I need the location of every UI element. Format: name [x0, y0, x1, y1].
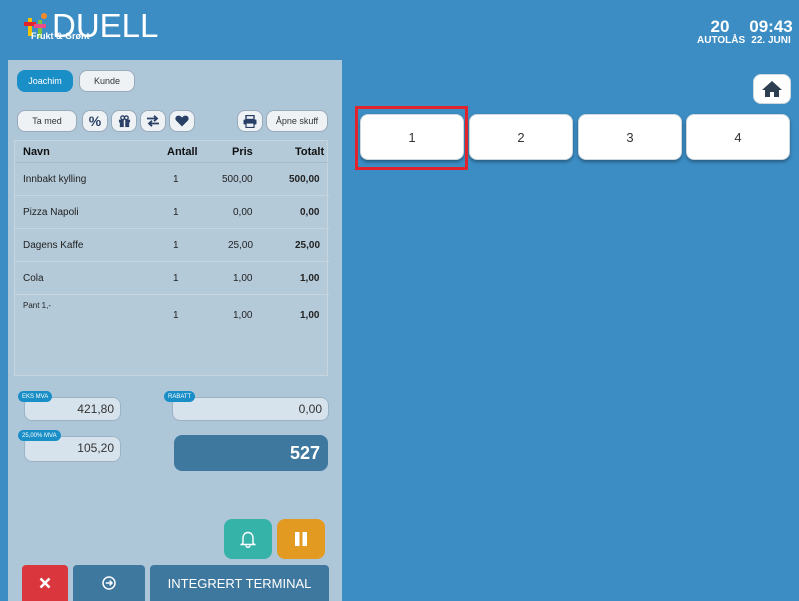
close-icon [39, 577, 51, 589]
home-button[interactable] [753, 74, 791, 104]
ex-vat-label: EKS MVA [18, 391, 53, 402]
clock: 09:43 22. JUNI [748, 18, 794, 46]
selection-highlight [355, 106, 468, 170]
table-row[interactable]: Cola 1 1,00 1,00 [15, 262, 329, 295]
open-drawer-button[interactable]: Åpne skuff [266, 110, 328, 132]
bell-icon [240, 531, 256, 548]
column-header-total: Totalt [295, 145, 325, 158]
vat-label: 25,00% MVA [18, 430, 61, 441]
logo-subtitle: Frukt & Grønt [31, 31, 90, 41]
item-total: 1,00 [300, 272, 320, 284]
print-icon [243, 114, 257, 128]
item-quantity: 1 [173, 173, 179, 185]
column-header-price: Pris [232, 145, 253, 158]
next-button[interactable] [73, 565, 145, 601]
item-price: 25,00 [228, 239, 254, 251]
table-button-4[interactable]: 4 [686, 114, 790, 160]
table-header: Navn Antall Pris Totalt [15, 141, 329, 163]
take-away-button[interactable]: Ta med [17, 110, 77, 132]
next-icon [102, 576, 116, 590]
integrated-terminal-button[interactable]: INTEGRERT TERMINAL [150, 565, 329, 601]
discount-field[interactable]: 0,00 [172, 397, 329, 421]
autolock-label: AUTOLÅS [697, 35, 746, 46]
percent-icon: % [88, 113, 102, 129]
item-quantity: 1 [173, 272, 179, 284]
gift-button[interactable] [111, 110, 137, 132]
item-price: 0,00 [233, 206, 253, 218]
table-row[interactable]: Pant 1,- 1 1,00 1,00 [15, 295, 329, 335]
home-icon [762, 81, 782, 97]
grand-total: 527 [174, 435, 328, 471]
logo: DUELL [22, 8, 158, 52]
autolock-value: 20 [710, 17, 730, 36]
item-price: 500,00 [222, 173, 253, 185]
pause-button[interactable] [277, 519, 325, 559]
cancel-order-button[interactable] [22, 565, 68, 601]
item-name: Pizza Napoli [23, 206, 79, 218]
item-total: 1,00 [300, 309, 320, 321]
discount-button[interactable]: % [82, 110, 108, 132]
favorite-button[interactable] [169, 110, 195, 132]
column-header-quantity: Antall [167, 145, 198, 158]
table-row[interactable]: Dagens Kaffe 1 25,00 25,00 [15, 229, 329, 262]
item-price: 1,00 [233, 309, 253, 321]
table-row[interactable]: Pizza Napoli 1 0,00 0,00 [15, 196, 329, 229]
item-total: 500,00 [289, 173, 320, 185]
autolock-indicator[interactable]: 20 AUTOLÅS [697, 17, 746, 46]
table-row[interactable]: Innbakt kylling 1 500,00 500,00 [15, 163, 329, 196]
table-button-3[interactable]: 3 [578, 114, 682, 160]
pause-icon [295, 532, 307, 546]
top-bar: DUELL Frukt & Grønt 20 AUTOLÅS 09:43 22.… [0, 0, 799, 60]
item-price: 1,00 [233, 272, 253, 284]
discount-label: RABATT [164, 391, 196, 402]
heart-icon [175, 115, 189, 127]
order-table: Navn Antall Pris Totalt Innbakt kylling … [14, 140, 329, 376]
clock-time: 09:43 [749, 17, 793, 36]
transfer-button[interactable] [140, 110, 166, 132]
user-button[interactable]: Joachim [17, 70, 73, 92]
gift-icon [118, 114, 130, 127]
column-header-name: Navn [23, 145, 50, 158]
item-name: Dagens Kaffe [23, 239, 84, 251]
item-quantity: 1 [173, 239, 179, 251]
print-button[interactable] [237, 110, 263, 132]
bell-button[interactable] [224, 519, 272, 559]
clock-date: 22. JUNI [751, 35, 791, 46]
item-total: 25,00 [295, 239, 321, 251]
item-name: Innbakt kylling [23, 173, 87, 185]
customer-button[interactable]: Kunde [79, 70, 135, 92]
transfer-icon [147, 115, 159, 127]
item-total: 0,00 [300, 206, 320, 218]
table-button-2[interactable]: 2 [469, 114, 573, 160]
item-name: Pant 1,- [23, 300, 52, 310]
item-quantity: 1 [173, 309, 179, 321]
item-quantity: 1 [173, 206, 179, 218]
